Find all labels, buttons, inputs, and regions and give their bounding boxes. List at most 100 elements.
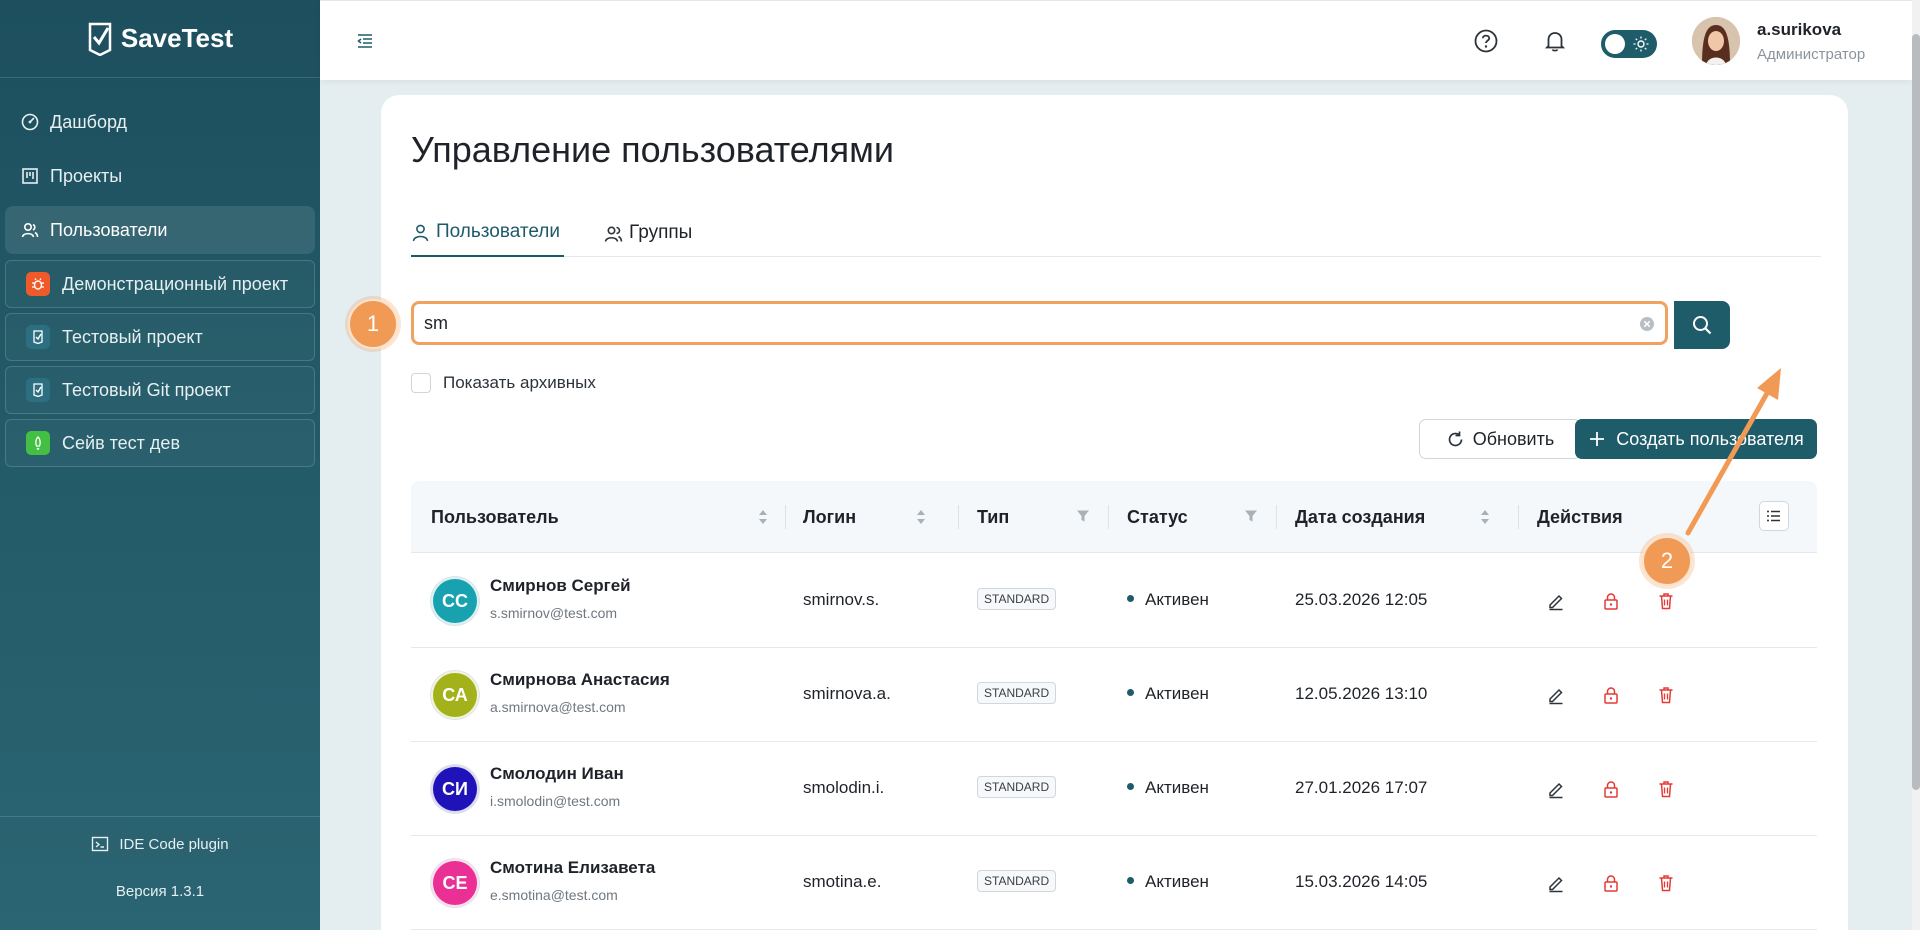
project-label: Тестовый проект <box>62 326 203 347</box>
edit-icon[interactable] <box>1546 873 1566 893</box>
column-created[interactable]: Дата создания <box>1295 481 1425 553</box>
user-full-name: Смотина Елизавета <box>490 858 656 877</box>
tab-users[interactable]: Пользователи <box>411 209 564 257</box>
clear-icon[interactable] <box>1639 316 1655 332</box>
page-scrollbar[interactable] <box>1912 0 1920 930</box>
table-row[interactable]: СС Смирнов Сергей s.smirnov@test.com smi… <box>411 554 1817 648</box>
trash-icon[interactable] <box>1656 779 1676 799</box>
search-icon <box>1693 316 1712 335</box>
sidebar-item-users[interactable]: Пользователи <box>5 206 315 254</box>
sidebar-item-dashboard[interactable]: Дашборд <box>5 98 315 146</box>
user-avatar[interactable] <box>1692 17 1740 65</box>
tab-bar: Пользователи Группы <box>411 209 1821 257</box>
group-icon <box>604 225 623 242</box>
bell-icon[interactable] <box>1542 28 1568 54</box>
user-full-name: Смолодин Иван <box>490 764 624 783</box>
help-icon[interactable] <box>1473 28 1499 54</box>
show-archived-label: Показать архивных <box>443 373 596 392</box>
toggle-knob <box>1605 34 1625 54</box>
search-field[interactable] <box>411 301 1668 345</box>
refresh-label: Обновить <box>1472 428 1555 449</box>
tab-label: Пользователи <box>436 221 561 242</box>
user-photo-icon <box>1692 17 1740 65</box>
edit-icon[interactable] <box>1546 779 1566 799</box>
sort-icon[interactable] <box>1479 507 1491 527</box>
user-created-date: 25.03.2026 12:05 <box>1295 590 1428 609</box>
scrollbar-thumb[interactable] <box>1912 34 1920 790</box>
user-status: Активен <box>1127 872 1209 892</box>
project-list: Демонстрационный проект Тестовый проект … <box>0 260 320 467</box>
terminal-icon <box>92 836 109 852</box>
column-type[interactable]: Тип <box>977 481 1009 553</box>
show-archived-option[interactable]: Показать архивных <box>411 373 596 393</box>
user-type-badge: STANDARD <box>977 776 1057 798</box>
project-item-test[interactable]: Тестовый проект <box>5 313 315 361</box>
user-name[interactable]: a.surikova <box>1757 20 1841 40</box>
project-item-save-test-dev[interactable]: Сейв тест дев <box>5 419 315 467</box>
user-login: smirnov.s. <box>803 590 880 609</box>
trash-icon[interactable] <box>1656 873 1676 893</box>
tab-groups[interactable]: Группы <box>604 209 692 257</box>
sidebar: SaveTest Дашборд Проекты Пользователи Де… <box>0 0 320 930</box>
user-email: e.smotina@test.com <box>490 887 618 903</box>
brand-logo[interactable]: SaveTest <box>0 0 320 78</box>
lock-icon[interactable] <box>1601 873 1621 893</box>
project-label: Демонстрационный проект <box>62 273 289 294</box>
edit-icon[interactable] <box>1546 591 1566 611</box>
dashboard-icon <box>21 113 39 131</box>
user-created-date: 27.01.2026 17:07 <box>1295 778 1428 797</box>
table-row[interactable]: СЕ Смотина Елизавета e.smotina@test.com … <box>411 836 1817 930</box>
trash-icon[interactable] <box>1656 591 1676 611</box>
user-type-badge: STANDARD <box>977 588 1057 610</box>
collapse-menu-icon[interactable] <box>356 32 374 50</box>
status-text: Активен <box>1145 590 1209 609</box>
status-dot <box>1127 783 1134 791</box>
user-role: Администратор <box>1757 46 1866 63</box>
project-label: Сейв тест дев <box>62 432 181 453</box>
column-status[interactable]: Статус <box>1127 481 1188 553</box>
users-management-card: Управление пользователями Пользователи Г… <box>381 95 1848 930</box>
status-text: Активен <box>1145 778 1209 797</box>
sidebar-item-projects[interactable]: Проекты <box>5 152 315 200</box>
column-separator <box>1108 505 1109 529</box>
project-item-test-git[interactable]: Тестовый Git проект <box>5 366 315 414</box>
project-logo-icon <box>26 325 50 349</box>
table-row[interactable]: СА Смирнова Анастасия a.smirnova@test.co… <box>411 648 1817 742</box>
show-archived-checkbox[interactable] <box>411 373 431 393</box>
column-user[interactable]: Пользователь <box>431 481 559 553</box>
brand-name: SaveTest <box>120 23 234 53</box>
sort-icon[interactable] <box>915 507 927 527</box>
user-status: Активен <box>1127 590 1209 610</box>
ide-plugin-link[interactable]: IDE Code plugin <box>0 835 320 853</box>
search-button[interactable] <box>1674 301 1730 349</box>
filter-icon[interactable] <box>1244 509 1258 523</box>
column-settings-button[interactable] <box>1759 501 1789 531</box>
search-input[interactable] <box>424 310 1604 336</box>
status-dot <box>1127 877 1134 885</box>
column-separator <box>958 505 959 529</box>
column-login[interactable]: Логин <box>803 481 856 553</box>
create-user-button[interactable]: Создать пользователя <box>1575 419 1817 459</box>
edit-icon[interactable] <box>1546 685 1566 705</box>
annotation-marker-1: 1 <box>348 299 398 349</box>
page-title: Управление пользователями <box>411 129 894 170</box>
create-user-label: Создать пользователя <box>1616 428 1804 449</box>
table-row[interactable]: СИ Смолодин Иван i.smolodin@test.com smo… <box>411 742 1817 836</box>
user-email: s.smirnov@test.com <box>490 605 618 621</box>
user-status: Активен <box>1127 684 1209 704</box>
list-icon <box>1767 510 1780 522</box>
lock-icon[interactable] <box>1601 779 1621 799</box>
project-item-demo[interactable]: Демонстрационный проект <box>5 260 315 308</box>
project-label: Тестовый Git проект <box>62 379 231 400</box>
user-created-date: 12.05.2026 13:10 <box>1295 684 1428 703</box>
lock-icon[interactable] <box>1601 591 1621 611</box>
sort-icon[interactable] <box>757 507 769 527</box>
theme-toggle[interactable] <box>1601 30 1657 58</box>
plus-icon <box>1590 432 1605 446</box>
filter-icon[interactable] <box>1076 509 1090 523</box>
trash-icon[interactable] <box>1656 685 1676 705</box>
plugin-label: IDE Code plugin <box>119 835 229 853</box>
lock-icon[interactable] <box>1601 685 1621 705</box>
refresh-button[interactable]: Обновить <box>1419 419 1581 459</box>
column-separator <box>1518 505 1519 529</box>
